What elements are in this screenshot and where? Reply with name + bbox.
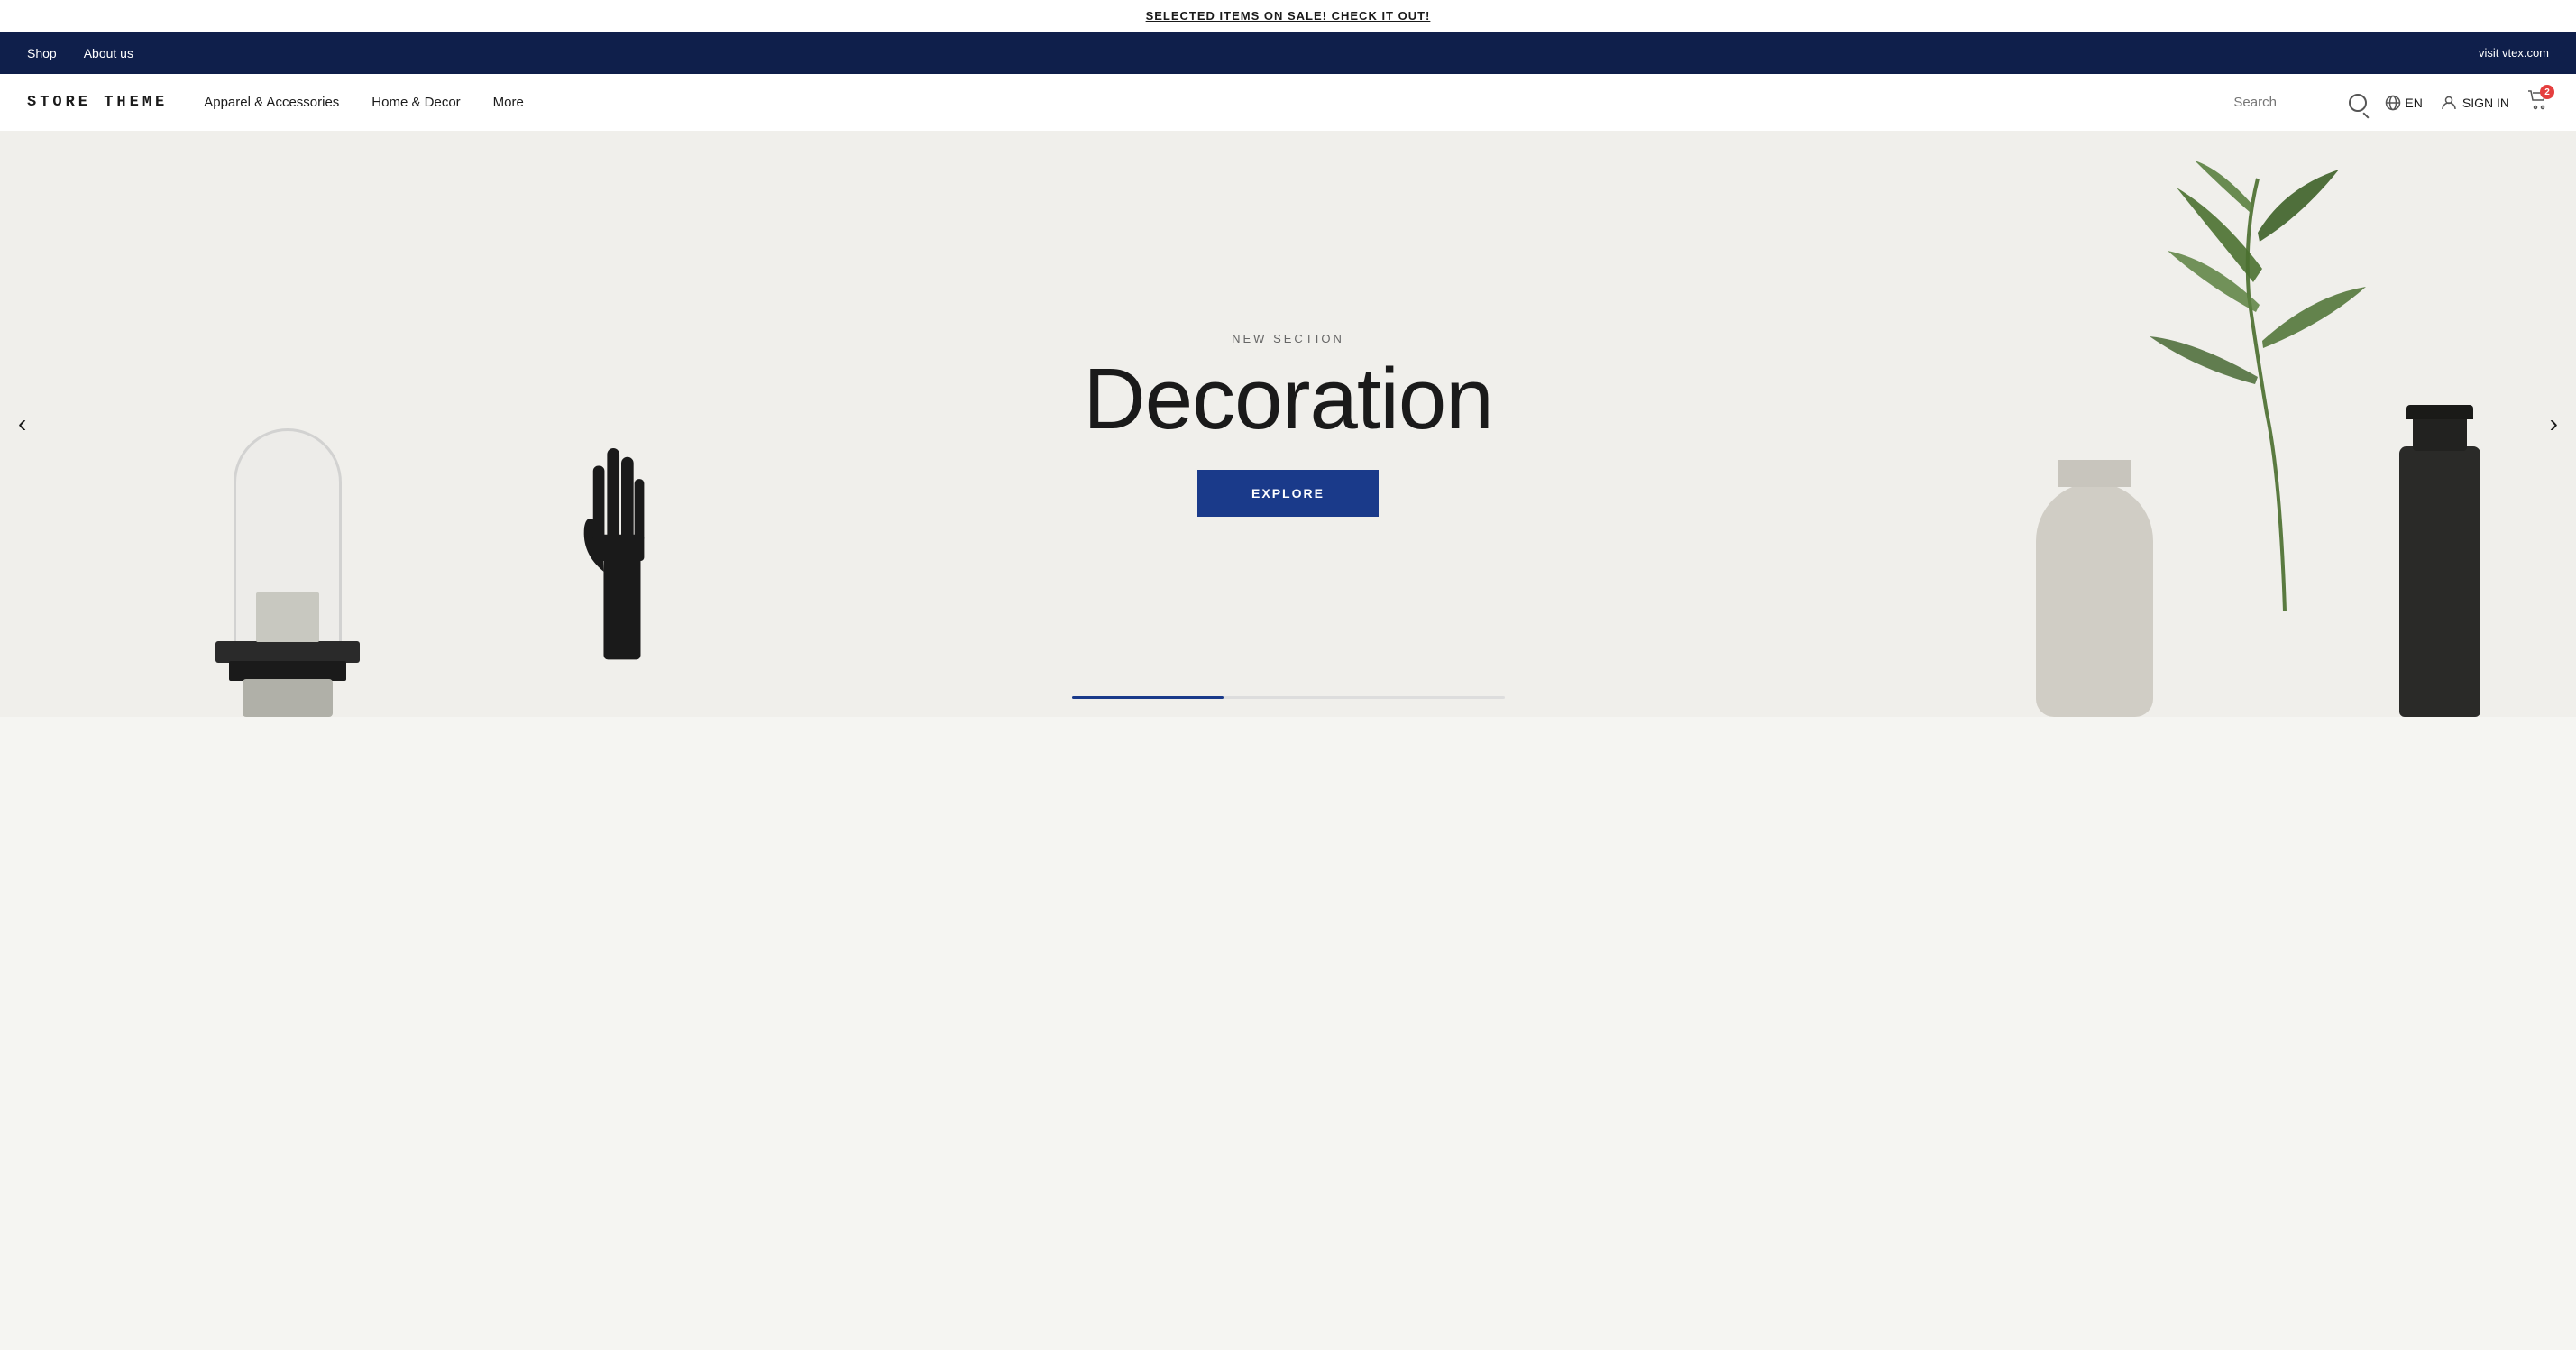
search-icon [2349,94,2367,112]
header-right: EN SIGN IN 2 [2233,90,2549,115]
main-nav: Apparel & Accessories Home & Decor More [204,95,2197,110]
chevron-left-icon: ‹ [18,409,26,437]
announcement-link[interactable]: SELECTED ITEMS ON SALE! CHECK IT OUT! [1146,9,1431,23]
plant-vase-neck [2058,460,2131,487]
globe-icon [2385,95,2401,111]
main-header: STORE THEME Apparel & Accessories Home &… [0,74,2576,131]
sign-in-label: SIGN IN [2462,96,2509,110]
top-nav: Shop About us visit vtex.com [0,32,2576,74]
hero-content: NEW SECTION Decoration EXPLORE [1083,332,1492,517]
carousel-progress-bar [1072,696,1505,699]
shop-link[interactable]: Shop [27,46,57,60]
dome-base2 [229,661,346,681]
dark-vase-mouth [2406,405,2473,419]
hero-section: ‹ NEW SECTION Decoration EXPLORE › [0,131,2576,717]
dark-vase-neck [2413,415,2467,451]
hero-title: Decoration [1083,356,1492,443]
hero-subtitle: NEW SECTION [1083,332,1492,345]
plant-vase [2036,482,2153,717]
dome-cup [256,592,319,642]
carousel-next-button[interactable]: › [2541,400,2567,447]
nav-more[interactable]: More [493,95,524,110]
vtex-link[interactable]: visit vtex.com [2479,46,2549,60]
about-link[interactable]: About us [84,46,133,60]
cart-button[interactable]: 2 [2527,90,2549,115]
carousel-progress-fill [1072,696,1224,699]
user-icon [2441,95,2457,111]
dark-vase-body [2399,446,2480,717]
hand-sculpture [567,334,675,717]
top-nav-right: visit vtex.com [2479,45,2549,61]
search-input[interactable] [2233,95,2342,110]
dome-cylinder [243,679,333,717]
top-nav-left: Shop About us [27,46,133,60]
sign-in-button[interactable]: SIGN IN [2441,95,2509,111]
logo: STORE THEME [27,94,168,111]
dome-base [215,641,360,663]
lang-label: EN [2405,96,2422,110]
leaves-svg [2104,161,2447,611]
nav-home-decor[interactable]: Home & Decor [371,95,460,110]
nav-apparel[interactable]: Apparel & Accessories [204,95,339,110]
hand-svg [567,334,675,712]
chevron-right-icon: › [2550,409,2558,437]
carousel-prev-button[interactable]: ‹ [9,400,35,447]
dome-object [206,374,369,717]
explore-button[interactable]: EXPLORE [1197,470,1379,517]
lang-selector[interactable]: EN [2385,95,2422,111]
cart-badge: 2 [2540,85,2554,99]
search-box[interactable] [2233,94,2367,112]
announcement-bar: SELECTED ITEMS ON SALE! CHECK IT OUT! [0,0,2576,32]
